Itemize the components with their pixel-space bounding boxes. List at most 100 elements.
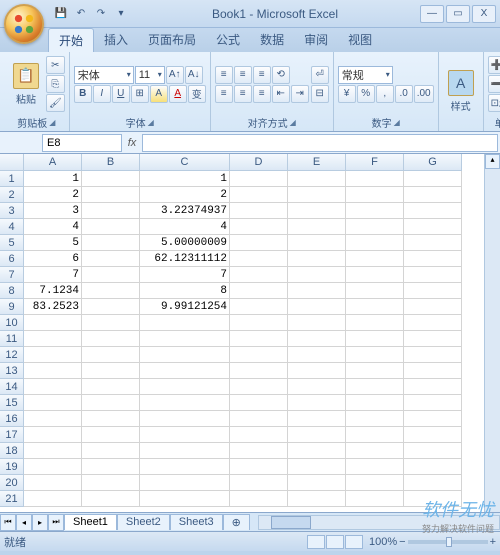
cell-B12[interactable] (82, 347, 140, 363)
cell-F6[interactable] (346, 251, 404, 267)
cell-G7[interactable] (404, 267, 462, 283)
cell-C20[interactable] (140, 475, 230, 491)
cell-D4[interactable] (230, 219, 288, 235)
cell-G1[interactable] (404, 171, 462, 187)
row-header-5[interactable]: 5 (0, 235, 24, 251)
cell-D9[interactable] (230, 299, 288, 315)
copy-button[interactable]: ⎘ (46, 75, 65, 93)
cell-F15[interactable] (346, 395, 404, 411)
cell-A11[interactable] (24, 331, 82, 347)
cell-G9[interactable] (404, 299, 462, 315)
font-color-button[interactable]: A (169, 85, 187, 103)
cell-E8[interactable] (288, 283, 346, 299)
sheet-tab-Sheet2[interactable]: Sheet2 (117, 514, 170, 530)
cell-E18[interactable] (288, 443, 346, 459)
cell-B15[interactable] (82, 395, 140, 411)
cell-B21[interactable] (82, 491, 140, 507)
cell-B1[interactable] (82, 171, 140, 187)
cell-E16[interactable] (288, 411, 346, 427)
align-left-button[interactable]: ≡ (215, 85, 233, 103)
number-launcher-icon[interactable]: ◢ (394, 118, 400, 127)
cell-G17[interactable] (404, 427, 462, 443)
row-header-13[interactable]: 13 (0, 363, 24, 379)
format-painter-button[interactable]: 🖌 (46, 94, 65, 112)
cell-C3[interactable]: 3.22374937 (140, 203, 230, 219)
cell-G3[interactable] (404, 203, 462, 219)
cell-D3[interactable] (230, 203, 288, 219)
cell-B7[interactable] (82, 267, 140, 283)
cell-E9[interactable] (288, 299, 346, 315)
cell-B19[interactable] (82, 459, 140, 475)
row-header-4[interactable]: 4 (0, 219, 24, 235)
cell-A17[interactable] (24, 427, 82, 443)
cell-E20[interactable] (288, 475, 346, 491)
row-header-7[interactable]: 7 (0, 267, 24, 283)
new-sheet-button[interactable]: ⊕ (223, 514, 250, 530)
decrease-decimal-button[interactable]: .00 (414, 85, 434, 103)
row-header-12[interactable]: 12 (0, 347, 24, 363)
tab-插入[interactable]: 插入 (94, 28, 138, 52)
cell-A18[interactable] (24, 443, 82, 459)
cell-C21[interactable] (140, 491, 230, 507)
clipboard-launcher-icon[interactable]: ◢ (49, 118, 55, 127)
cell-E14[interactable] (288, 379, 346, 395)
align-launcher-icon[interactable]: ◢ (290, 118, 296, 127)
cell-C10[interactable] (140, 315, 230, 331)
cell-G5[interactable] (404, 235, 462, 251)
cell-D17[interactable] (230, 427, 288, 443)
maximize-button[interactable]: ▭ (446, 5, 470, 23)
percent-button[interactable]: % (357, 85, 375, 103)
vertical-scrollbar[interactable]: ▴ (484, 154, 500, 512)
cell-B2[interactable] (82, 187, 140, 203)
undo-icon[interactable]: ↶ (72, 5, 90, 23)
cell-F16[interactable] (346, 411, 404, 427)
cell-F8[interactable] (346, 283, 404, 299)
cell-B13[interactable] (82, 363, 140, 379)
row-header-8[interactable]: 8 (0, 283, 24, 299)
save-icon[interactable]: 💾 (52, 5, 70, 23)
cell-C11[interactable] (140, 331, 230, 347)
cell-A8[interactable]: 7.1234 (24, 283, 82, 299)
select-all-corner[interactable] (0, 154, 24, 171)
cell-F2[interactable] (346, 187, 404, 203)
cell-B3[interactable] (82, 203, 140, 219)
row-header-21[interactable]: 21 (0, 491, 24, 507)
cell-F10[interactable] (346, 315, 404, 331)
delete-cells-button[interactable]: ➖删除 (488, 75, 500, 93)
cell-E17[interactable] (288, 427, 346, 443)
cell-A4[interactable]: 4 (24, 219, 82, 235)
row-header-14[interactable]: 14 (0, 379, 24, 395)
cell-C13[interactable] (140, 363, 230, 379)
cell-F9[interactable] (346, 299, 404, 315)
row-header-6[interactable]: 6 (0, 251, 24, 267)
sheet-tab-Sheet3[interactable]: Sheet3 (170, 514, 223, 530)
cell-C19[interactable] (140, 459, 230, 475)
row-header-20[interactable]: 20 (0, 475, 24, 491)
cell-E4[interactable] (288, 219, 346, 235)
cell-A19[interactable] (24, 459, 82, 475)
zoom-in-button[interactable]: + (490, 536, 496, 548)
cell-F14[interactable] (346, 379, 404, 395)
row-header-18[interactable]: 18 (0, 443, 24, 459)
cell-A20[interactable] (24, 475, 82, 491)
column-header-F[interactable]: F (346, 154, 404, 171)
font-size-combo[interactable]: 11 (135, 66, 165, 84)
align-right-button[interactable]: ≡ (253, 85, 271, 103)
sheet-nav-last[interactable]: ⏭ (48, 514, 64, 531)
sheet-nav-first[interactable]: ⏮ (0, 514, 16, 531)
cell-D12[interactable] (230, 347, 288, 363)
shrink-font-button[interactable]: A↓ (185, 66, 203, 84)
cell-G10[interactable] (404, 315, 462, 331)
comma-button[interactable]: , (376, 85, 394, 103)
cell-E10[interactable] (288, 315, 346, 331)
cell-D7[interactable] (230, 267, 288, 283)
cell-C18[interactable] (140, 443, 230, 459)
cell-C14[interactable] (140, 379, 230, 395)
cell-C7[interactable]: 7 (140, 267, 230, 283)
office-button[interactable] (4, 4, 44, 44)
cell-B6[interactable] (82, 251, 140, 267)
sheet-tab-Sheet1[interactable]: Sheet1 (64, 514, 117, 530)
row-header-16[interactable]: 16 (0, 411, 24, 427)
cell-A10[interactable] (24, 315, 82, 331)
cell-E2[interactable] (288, 187, 346, 203)
